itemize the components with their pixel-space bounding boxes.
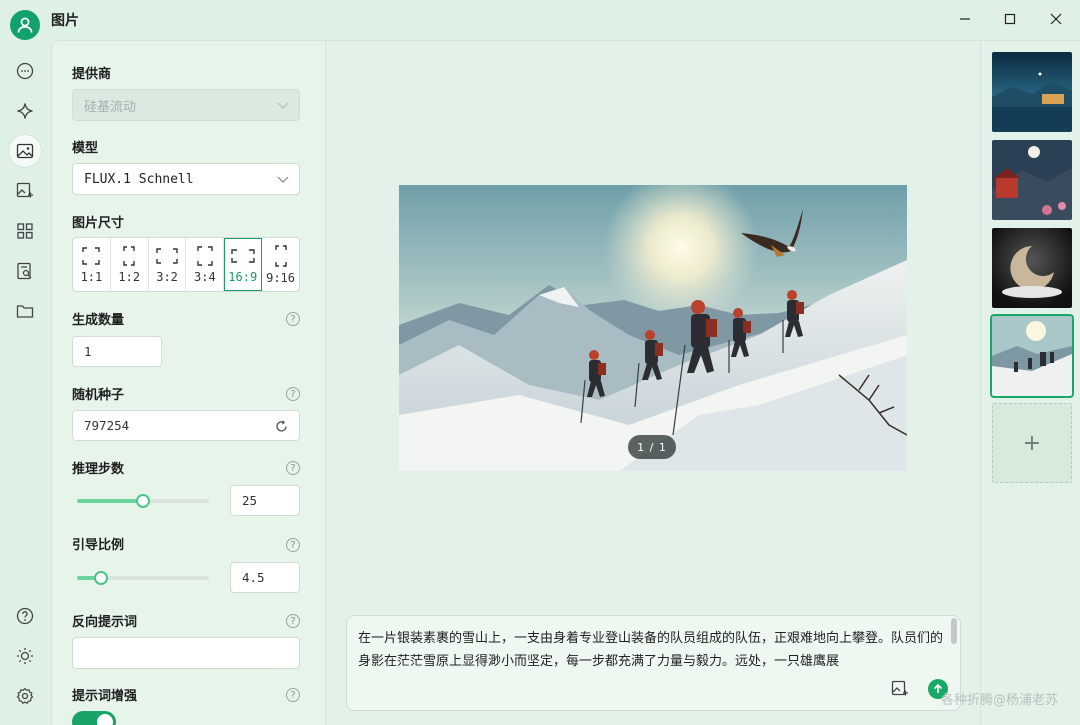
guidance-slider-handle[interactable] (93, 571, 108, 585)
size-option-label: 3:2 (156, 269, 178, 284)
seed-value: 797254 (84, 418, 130, 433)
count-input[interactable]: 1 (72, 336, 162, 367)
steps-label: 推理步数 (72, 462, 125, 477)
size-option-label: 1:1 (80, 269, 103, 284)
guidance-input[interactable]: 4.5 (230, 562, 300, 593)
add-image-button[interactable]: + (992, 403, 1072, 483)
close-button[interactable] (1033, 4, 1079, 34)
history-thumbnail[interactable] (992, 228, 1072, 308)
steps-slider[interactable] (77, 494, 209, 508)
refresh-icon[interactable] (275, 420, 288, 433)
apps-grid-icon[interactable] (9, 215, 41, 247)
help-circle-icon[interactable]: ? (286, 312, 300, 326)
help-circle-icon[interactable]: ? (286, 461, 300, 475)
sun-icon[interactable] (9, 640, 41, 672)
size-option-label: 3:4 (194, 269, 216, 284)
seed-label: 随机种子 (72, 388, 125, 403)
help-circle-icon[interactable]: ? (286, 688, 300, 702)
prompt-scrollbar[interactable] (951, 618, 957, 644)
generated-image[interactable] (399, 185, 907, 471)
steps-input[interactable]: 25 (230, 485, 300, 516)
main-canvas: 1 / 1 在一片银装素裹的雪山上，一支由身着专业登山装备的队员组成的队伍，正艰… (326, 40, 980, 725)
size-option-16-9[interactable]: 16:9 (224, 238, 263, 291)
guidance-slider[interactable] (77, 571, 209, 585)
aspect-tall-icon (123, 245, 135, 266)
negative-prompt-input[interactable] (72, 637, 300, 669)
size-option-label: 9:16 (266, 270, 295, 285)
user-avatar-icon[interactable] (10, 10, 40, 40)
document-search-icon[interactable] (9, 255, 41, 287)
aspect-wide-icon (156, 247, 178, 264)
help-circle-icon[interactable]: ? (286, 387, 300, 401)
prompt-text[interactable]: 在一片银装素裹的雪山上，一支由身着专业登山装备的队员组成的队伍，正艰难地向上攀登… (358, 627, 948, 673)
history-thumbnail[interactable] (992, 52, 1072, 132)
window-title: 图片 (51, 13, 79, 29)
model-label: 模型 (72, 141, 99, 156)
prompt-enhance-toggle[interactable] (72, 711, 116, 725)
model-value: FLUX.1 Schnell (84, 171, 194, 187)
size-option-label: 16:9 (228, 269, 258, 284)
provider-label: 提供商 (72, 67, 112, 82)
title-bar: 图片 (0, 0, 1080, 40)
model-select[interactable]: FLUX.1 Schnell (72, 163, 300, 195)
help-circle-icon[interactable]: ? (286, 614, 300, 628)
maximize-button[interactable] (987, 4, 1033, 34)
provider-select: 硅基流动 (72, 89, 300, 121)
size-option-1-1[interactable]: 1:1 (73, 238, 111, 291)
toggle-knob (97, 714, 113, 725)
size-option-1-2[interactable]: 1:2 (111, 238, 149, 291)
aspect-widescreen-icon (231, 248, 255, 263)
size-option-3-4[interactable]: 3:4 (186, 238, 225, 291)
chat-bubble-icon[interactable] (9, 55, 41, 87)
image-size-selector: 1:1 1:2 3:2 3:4 16:9 9:16 (72, 237, 300, 292)
history-thumbnail[interactable] (992, 140, 1072, 220)
minimize-button[interactable] (942, 4, 988, 34)
aspect-portrait-icon (197, 245, 213, 266)
nav-rail (0, 40, 51, 725)
image-size-label: 图片尺寸 (72, 216, 125, 231)
add-image-icon[interactable] (891, 680, 909, 702)
watermark: 各种折腾@杨浦老苏 (941, 693, 1059, 708)
provider-value: 硅基流动 (84, 99, 137, 115)
size-option-9-16[interactable]: 9:16 (262, 238, 299, 291)
negative-prompt-label: 反向提示词 (72, 615, 138, 630)
seed-input[interactable]: 797254 (72, 410, 300, 441)
history-thumbnail-selected[interactable] (990, 314, 1074, 398)
settings-panel: 提供商 硅基流动 模型 FLUX.1 Schnell 图片尺寸 1:1 1:2 … (51, 40, 326, 725)
aspect-square-icon (82, 246, 101, 265)
history-panel: + (980, 40, 1080, 725)
image-edit-icon[interactable] (9, 175, 41, 207)
guidance-label: 引导比例 (72, 538, 125, 553)
prompt-enhance-label: 提示词增强 (72, 689, 138, 704)
sparkle-icon[interactable] (9, 95, 41, 127)
steps-slider-handle[interactable] (136, 494, 150, 508)
folder-icon[interactable] (9, 295, 41, 327)
image-icon[interactable] (9, 135, 41, 167)
image-counter: 1 / 1 (628, 435, 676, 459)
help-icon[interactable] (9, 600, 41, 632)
aspect-vertical-icon (274, 244, 287, 267)
steps-slider-fill (77, 499, 143, 503)
size-option-label: 1:2 (118, 269, 141, 284)
count-label: 生成数量 (72, 313, 125, 328)
chevron-down-icon (277, 102, 289, 109)
prompt-input[interactable]: 在一片银装素裹的雪山上，一支由身着专业登山装备的队员组成的队伍，正艰难地向上攀登… (346, 615, 961, 711)
settings-gear-icon[interactable] (9, 680, 41, 712)
chevron-down-icon (277, 176, 289, 183)
help-circle-icon[interactable]: ? (286, 538, 300, 552)
size-option-3-2[interactable]: 3:2 (149, 238, 187, 291)
